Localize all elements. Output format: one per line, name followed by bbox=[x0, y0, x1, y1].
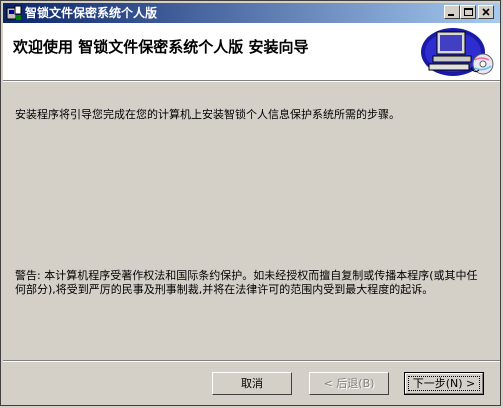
intro-text: 安装程序将引导您完成在您的计算机上安装智锁个人信息保护系统所需的步骤。 bbox=[15, 108, 400, 121]
installer-app-icon[interactable] bbox=[6, 5, 22, 21]
title-bar[interactable]: 智锁文件保密系统个人版 bbox=[3, 3, 500, 23]
minimize-button[interactable] bbox=[444, 5, 460, 19]
copyright-warning: 警告: 本计算机程序受著作权法和国际条约保护。如未经授权而擅自复制或传播本程序(… bbox=[15, 269, 478, 296]
window-title: 智锁文件保密系统个人版 bbox=[25, 6, 158, 20]
header-divider-highlight bbox=[3, 81, 500, 82]
back-button[interactable]: < 后退(B) bbox=[309, 372, 389, 395]
computer-with-cd-icon bbox=[415, 24, 497, 78]
minimize-icon bbox=[448, 14, 454, 16]
close-icon bbox=[482, 8, 490, 16]
back-button-label: < 后退(B) bbox=[323, 377, 375, 390]
maximize-button[interactable] bbox=[460, 5, 476, 19]
cancel-button-label: 取消 bbox=[241, 377, 263, 390]
footer-divider-highlight bbox=[3, 361, 500, 362]
maximize-icon bbox=[464, 8, 473, 16]
wizard-header: 欢迎使用 智锁文件保密系统个人版 安装向导 bbox=[3, 23, 500, 80]
installer-window: 智锁文件保密系统个人版 欢迎使用 智锁文件保密系统个人版 安装向导 安装程序将引… bbox=[0, 0, 501, 406]
next-button-label: 下一步(N) > bbox=[412, 377, 476, 390]
close-button[interactable] bbox=[478, 5, 494, 19]
cancel-button[interactable]: 取消 bbox=[212, 372, 292, 395]
next-button[interactable]: 下一步(N) > bbox=[404, 372, 484, 395]
header-title: 欢迎使用 智锁文件保密系统个人版 安装向导 bbox=[13, 38, 309, 56]
